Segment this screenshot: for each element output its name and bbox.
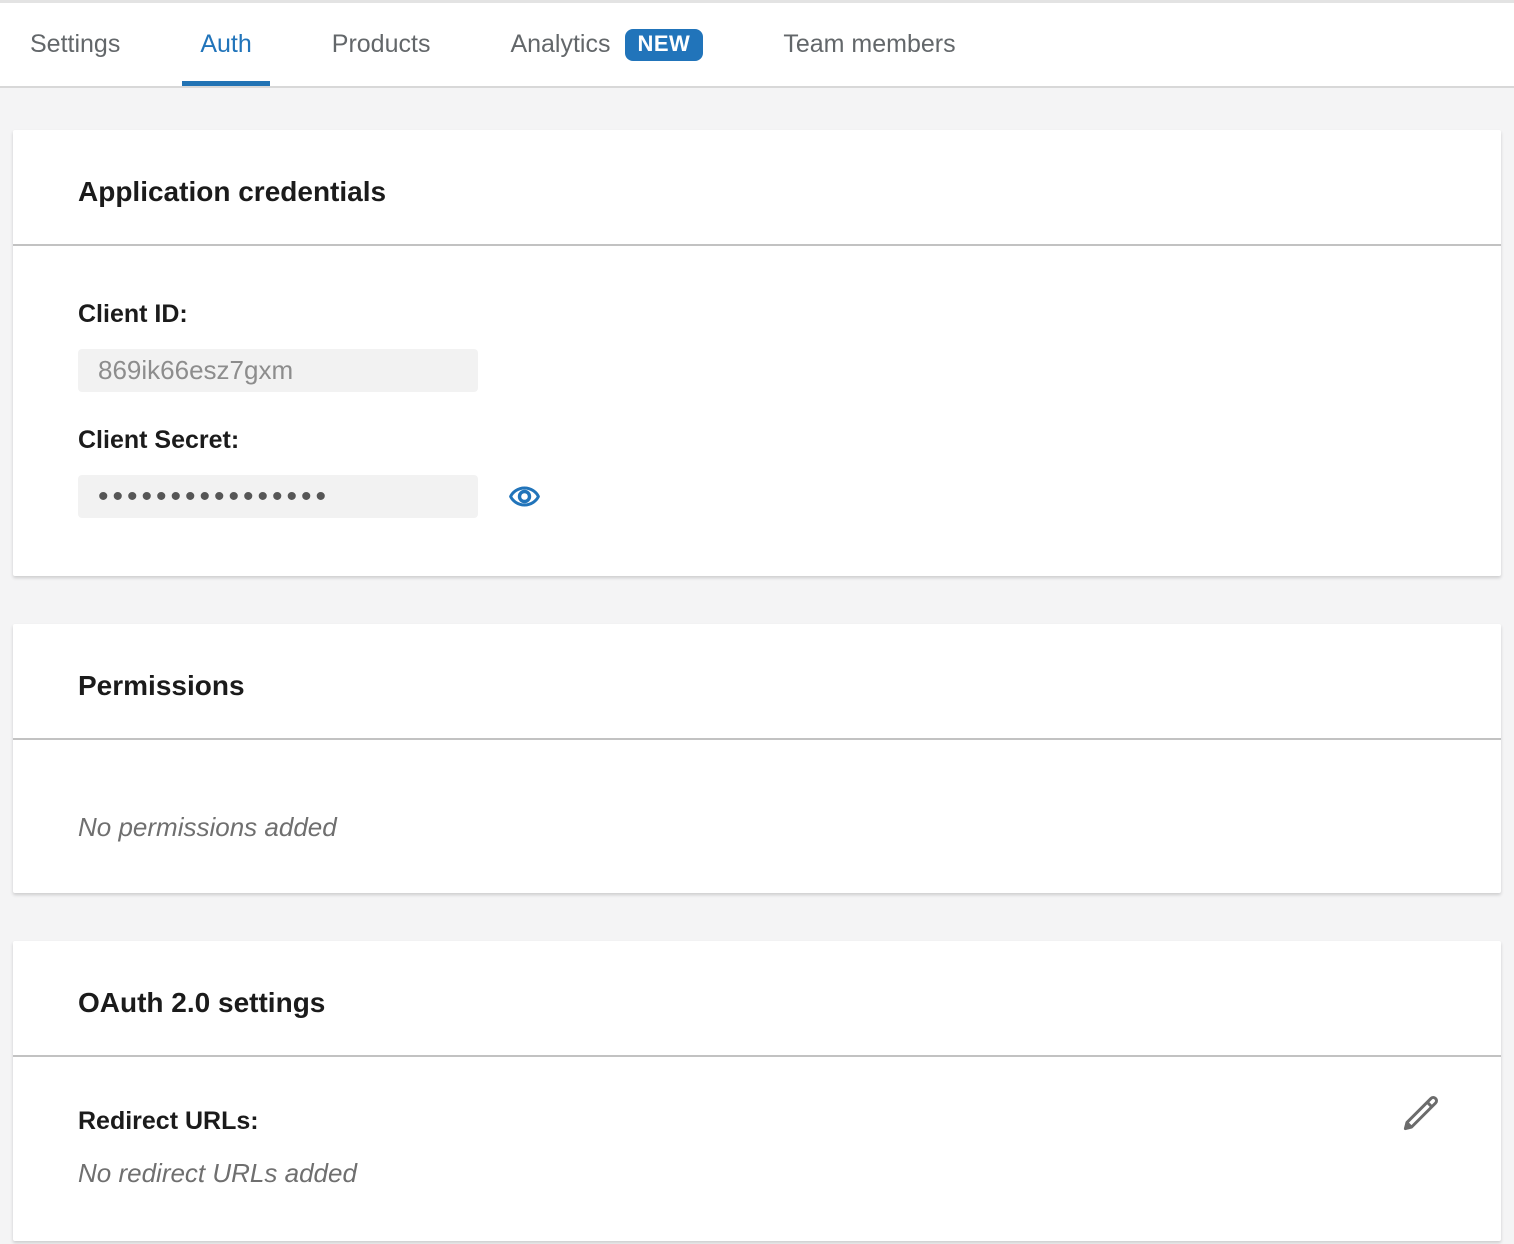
oauth-settings-title: OAuth 2.0 settings xyxy=(78,987,1436,1019)
client-id-label: Client ID: xyxy=(78,300,1436,329)
main-content: Application credentials Client ID: 869ik… xyxy=(0,88,1514,1241)
pencil-icon xyxy=(1397,1089,1445,1137)
client-secret-label: Client Secret: xyxy=(78,426,1436,455)
tab-settings-label: Settings xyxy=(30,30,120,59)
redirect-urls-label: Redirect URLs: xyxy=(78,1107,1436,1136)
tab-analytics-label: Analytics xyxy=(510,30,610,59)
permissions-body: No permissions added xyxy=(13,740,1501,893)
permissions-card: Permissions No permissions added xyxy=(13,624,1501,893)
edit-redirect-urls-button[interactable] xyxy=(1397,1089,1445,1137)
application-credentials-title: Application credentials xyxy=(78,176,1436,208)
client-id-field[interactable]: 869ik66esz7gxm xyxy=(78,349,478,392)
client-secret-row: •••••••••••••••• xyxy=(78,475,1436,518)
oauth-settings-body: Redirect URLs: No redirect URLs added xyxy=(13,1057,1501,1241)
tab-team-members-label: Team members xyxy=(783,30,955,59)
new-badge: NEW xyxy=(625,29,704,61)
tab-settings[interactable]: Settings xyxy=(12,3,138,86)
permissions-empty-text: No permissions added xyxy=(78,812,1436,843)
reveal-secret-button[interactable] xyxy=(508,480,541,513)
application-credentials-card: Application credentials Client ID: 869ik… xyxy=(13,130,1501,576)
tab-bar: Settings Auth Products Analytics NEW Tea… xyxy=(0,0,1514,88)
tab-products[interactable]: Products xyxy=(314,3,449,86)
tab-auth[interactable]: Auth xyxy=(182,3,269,86)
application-credentials-header: Application credentials xyxy=(13,130,1501,244)
application-credentials-body: Client ID: 869ik66esz7gxm Client Secret:… xyxy=(13,246,1501,576)
tab-team-members[interactable]: Team members xyxy=(765,3,973,86)
oauth-settings-card: OAuth 2.0 settings Redirect URLs: No red… xyxy=(13,941,1501,1241)
eye-icon xyxy=(508,480,541,513)
client-secret-field[interactable]: •••••••••••••••• xyxy=(78,475,478,518)
tab-analytics[interactable]: Analytics NEW xyxy=(492,3,721,86)
oauth-settings-header: OAuth 2.0 settings xyxy=(13,941,1501,1055)
client-secret-masked-value: •••••••••••••••• xyxy=(98,482,330,512)
client-id-value: 869ik66esz7gxm xyxy=(98,355,293,386)
permissions-header: Permissions xyxy=(13,624,1501,738)
tab-products-label: Products xyxy=(332,30,431,59)
permissions-title: Permissions xyxy=(78,670,1436,702)
redirect-urls-empty-text: No redirect URLs added xyxy=(78,1158,1436,1189)
tab-auth-label: Auth xyxy=(200,30,251,59)
